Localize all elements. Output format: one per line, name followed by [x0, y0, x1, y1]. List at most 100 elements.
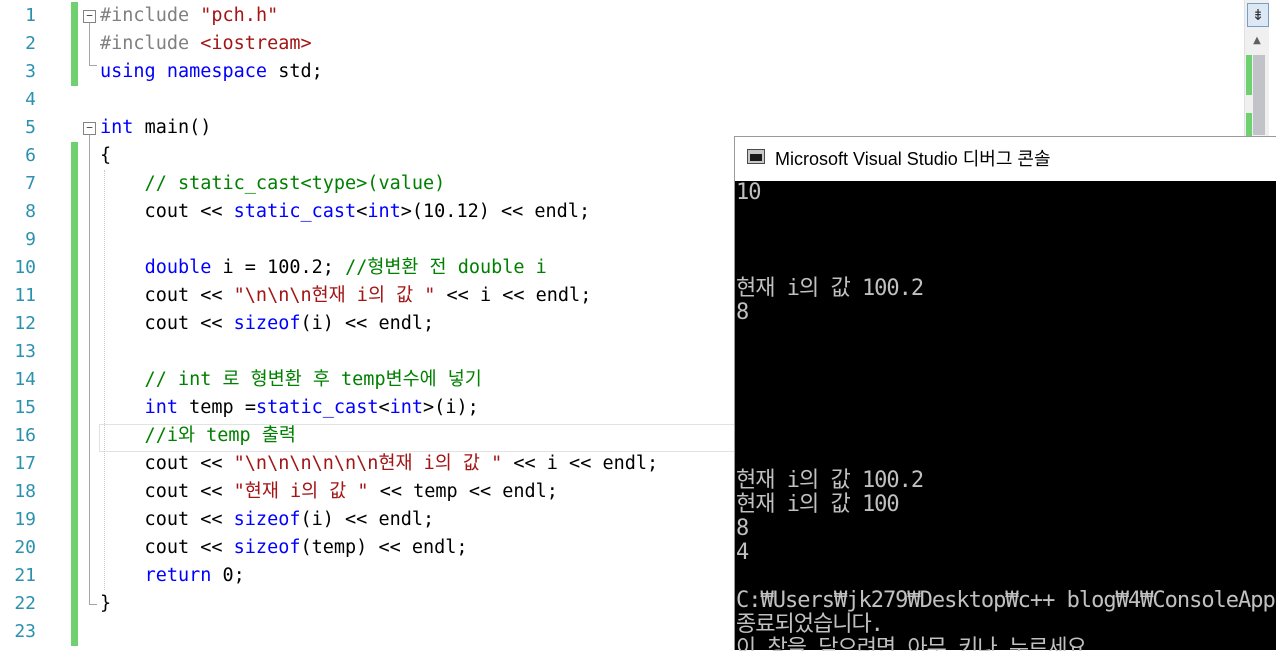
code-token: int [144, 397, 190, 418]
line-number: 8 [25, 201, 36, 222]
code-line[interactable]: cout << "현재 i의 값 " << temp << endl; [100, 478, 558, 506]
console-line: 4 [736, 540, 749, 565]
code-token: //형변환 전 double i [345, 257, 547, 278]
code-token: << i << endl; [502, 453, 659, 474]
indent-guide [104, 170, 105, 590]
scroll-up-arrow-icon[interactable]: ▲ [1247, 34, 1267, 48]
code-token: (i) << endl; [300, 509, 435, 530]
code-line[interactable]: cout << sizeof(i) << endl; [100, 310, 435, 338]
code-token: << temp << endl; [368, 481, 558, 502]
code-token: } [100, 593, 112, 614]
code-token: sizeof [233, 313, 301, 334]
change-indicator-bar [71, 2, 78, 86]
code-token: cout << [100, 285, 234, 306]
code-token: < [378, 397, 390, 418]
code-line[interactable]: double i = 100.2; //형변환 전 double i [100, 254, 547, 282]
scrollbar-thumb[interactable] [1253, 55, 1265, 135]
code-token: static_cast [255, 397, 379, 418]
console-line: 현재 i의 값 100 [736, 492, 900, 517]
code-token: #include [100, 33, 201, 54]
line-number: 17 [14, 453, 36, 474]
code-token: cout << [100, 537, 234, 558]
code-token: int [367, 201, 401, 222]
console-line: 종료되었습니다. [736, 612, 884, 637]
line-number: 7 [25, 173, 36, 194]
code-token: sizeof [233, 537, 301, 558]
code-line[interactable]: { [100, 142, 111, 170]
console-line: 현재 i의 값 100.2 [736, 468, 924, 493]
line-number: 11 [14, 285, 36, 306]
code-token: (temp) << endl; [300, 537, 468, 558]
line-number: 18 [14, 481, 36, 502]
line-number: 21 [14, 565, 36, 586]
code-token: "현재 i의 값 " [233, 481, 369, 502]
line-number: 15 [14, 397, 36, 418]
code-token: #include [100, 5, 201, 26]
code-token: i = 100.2; [222, 257, 346, 278]
line-number: 2 [25, 33, 36, 54]
code-token: "\n\n\n\n\n\n현재 i의 값 " [233, 453, 503, 474]
console-title: Microsoft Visual Studio 디버그 콘솔 [775, 149, 1051, 169]
line-number: 3 [25, 61, 36, 82]
code-line[interactable]: cout << sizeof(temp) << endl; [100, 534, 468, 562]
line-number: 23 [14, 621, 36, 642]
code-token: { [100, 145, 112, 166]
code-token: cout << [100, 313, 234, 334]
code-line[interactable]: cout << sizeof(i) << endl; [100, 506, 435, 534]
console-output: 10 현재 i의 값 100.2 8 현재 i의 값 100.2 현재 i의 값 100… [735, 181, 1276, 651]
line-number-gutter: 1 2 3 4 5 6 7 8 9 10 11 12 13 14 15 16 17 18 19 20 21 22 23 [0, 0, 70, 650]
line-number: 20 [14, 537, 36, 558]
console-line: 8 [736, 300, 749, 325]
code-token: int [389, 397, 424, 418]
console-line: C:₩Users₩jk279₩Desktop₩c++ blog₩4₩Consol… [736, 588, 1276, 613]
code-token: >(i); [423, 397, 479, 418]
code-line[interactable]: } [100, 590, 111, 618]
code-token: << i << endl; [435, 285, 592, 306]
code-line[interactable]: //i와 temp 출력 [100, 422, 296, 450]
code-token: return [144, 565, 223, 586]
code-token: 0; [222, 565, 245, 586]
fold-guide-line [89, 135, 90, 604]
collapse-region-icon[interactable]: − [83, 122, 96, 135]
code-token: double [144, 257, 223, 278]
fold-end-tick [89, 604, 97, 605]
code-token: cout << [100, 201, 234, 222]
code-token: (i) << endl; [300, 313, 435, 334]
debug-console-window[interactable]: Microsoft Visual Studio 디버그 콘솔 10 현재 i의 값… [734, 136, 1276, 651]
split-view-icon[interactable]: ⇟ [1247, 3, 1269, 27]
line-number: 12 [14, 313, 36, 334]
console-line: 8 [736, 516, 749, 541]
console-line: 현재 i의 값 100.2 [736, 276, 924, 301]
code-token: using [100, 61, 167, 82]
line-number: 14 [14, 369, 36, 390]
code-line[interactable]: using namespace std; [100, 58, 323, 86]
code-token: // int 로 형변환 후 temp변수에 넣기 [100, 369, 482, 390]
code-line[interactable]: return 0; [100, 562, 245, 590]
code-token: sizeof [233, 509, 301, 530]
code-line[interactable]: cout << static_cast<int>(10.12) << endl; [100, 198, 591, 226]
code-token: temp = [189, 397, 256, 418]
code-line[interactable]: cout << "\n\n\n\n\n\n현재 i의 값 " << i << e… [100, 450, 659, 478]
code-token: // static_cast<type>(value) [100, 173, 446, 194]
code-line[interactable]: // int 로 형변환 후 temp변수에 넣기 [100, 366, 482, 394]
code-line[interactable]: int temp =static_cast<int>(i); [100, 394, 479, 422]
line-number: 9 [25, 229, 36, 250]
line-number: 4 [25, 89, 36, 110]
code-line[interactable]: #include "pch.h" [100, 2, 278, 30]
fold-end-tick [89, 65, 97, 66]
console-line: 이 창을 닫으려면 아무 키나 누르세요. [736, 636, 1099, 651]
code-line[interactable]: cout << "\n\n\n현재 i의 값 " << i << endl; [100, 282, 592, 310]
code-token: cout << [100, 509, 234, 530]
code-line[interactable]: int main() [100, 114, 211, 142]
code-line[interactable]: #include <iostream> [100, 30, 312, 58]
collapse-region-icon[interactable]: − [83, 10, 96, 23]
code-token: //i와 temp 출력 [100, 425, 296, 446]
line-number: 5 [25, 117, 36, 138]
code-line[interactable]: // static_cast<type>(value) [100, 170, 446, 198]
line-number: 6 [25, 145, 36, 166]
console-line: 10 [736, 181, 761, 205]
console-title-bar[interactable]: Microsoft Visual Studio 디버그 콘솔 [735, 137, 1276, 181]
console-app-icon [747, 149, 765, 164]
